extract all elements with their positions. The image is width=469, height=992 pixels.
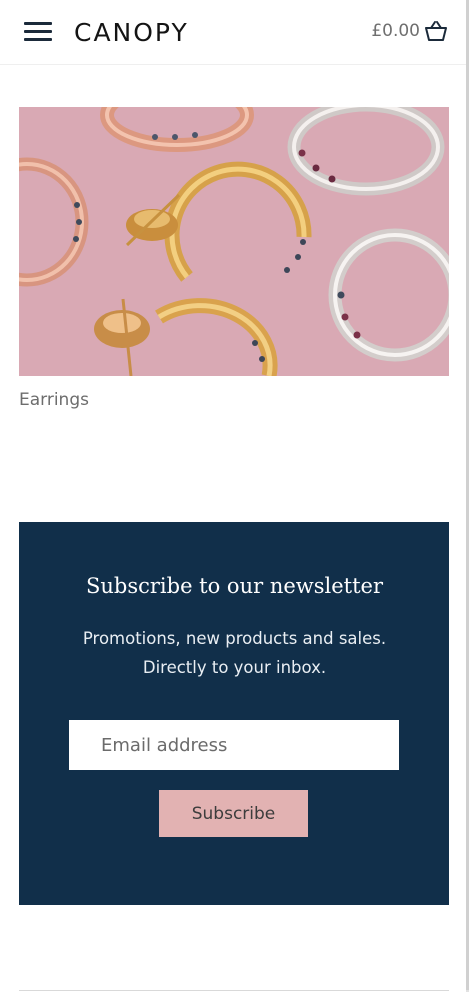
- cart-total: £0.00: [371, 21, 420, 41]
- cart-button[interactable]: £0.00: [371, 20, 448, 42]
- newsletter-title: Subscribe to our newsletter: [85, 574, 384, 598]
- subscribe-button[interactable]: Subscribe: [159, 790, 308, 837]
- email-field[interactable]: [69, 720, 399, 770]
- footer-divider: [19, 990, 449, 991]
- basket-icon: [424, 20, 448, 42]
- brand-logo[interactable]: CANOPY: [74, 18, 189, 47]
- earrings-category-image[interactable]: [19, 107, 449, 376]
- category-label-earrings[interactable]: Earrings: [19, 390, 89, 410]
- newsletter-subtitle: Promotions, new products and sales. Dire…: [82, 629, 387, 677]
- site-header: CANOPY £0.00: [0, 0, 466, 65]
- hamburger-menu-icon[interactable]: [24, 22, 52, 44]
